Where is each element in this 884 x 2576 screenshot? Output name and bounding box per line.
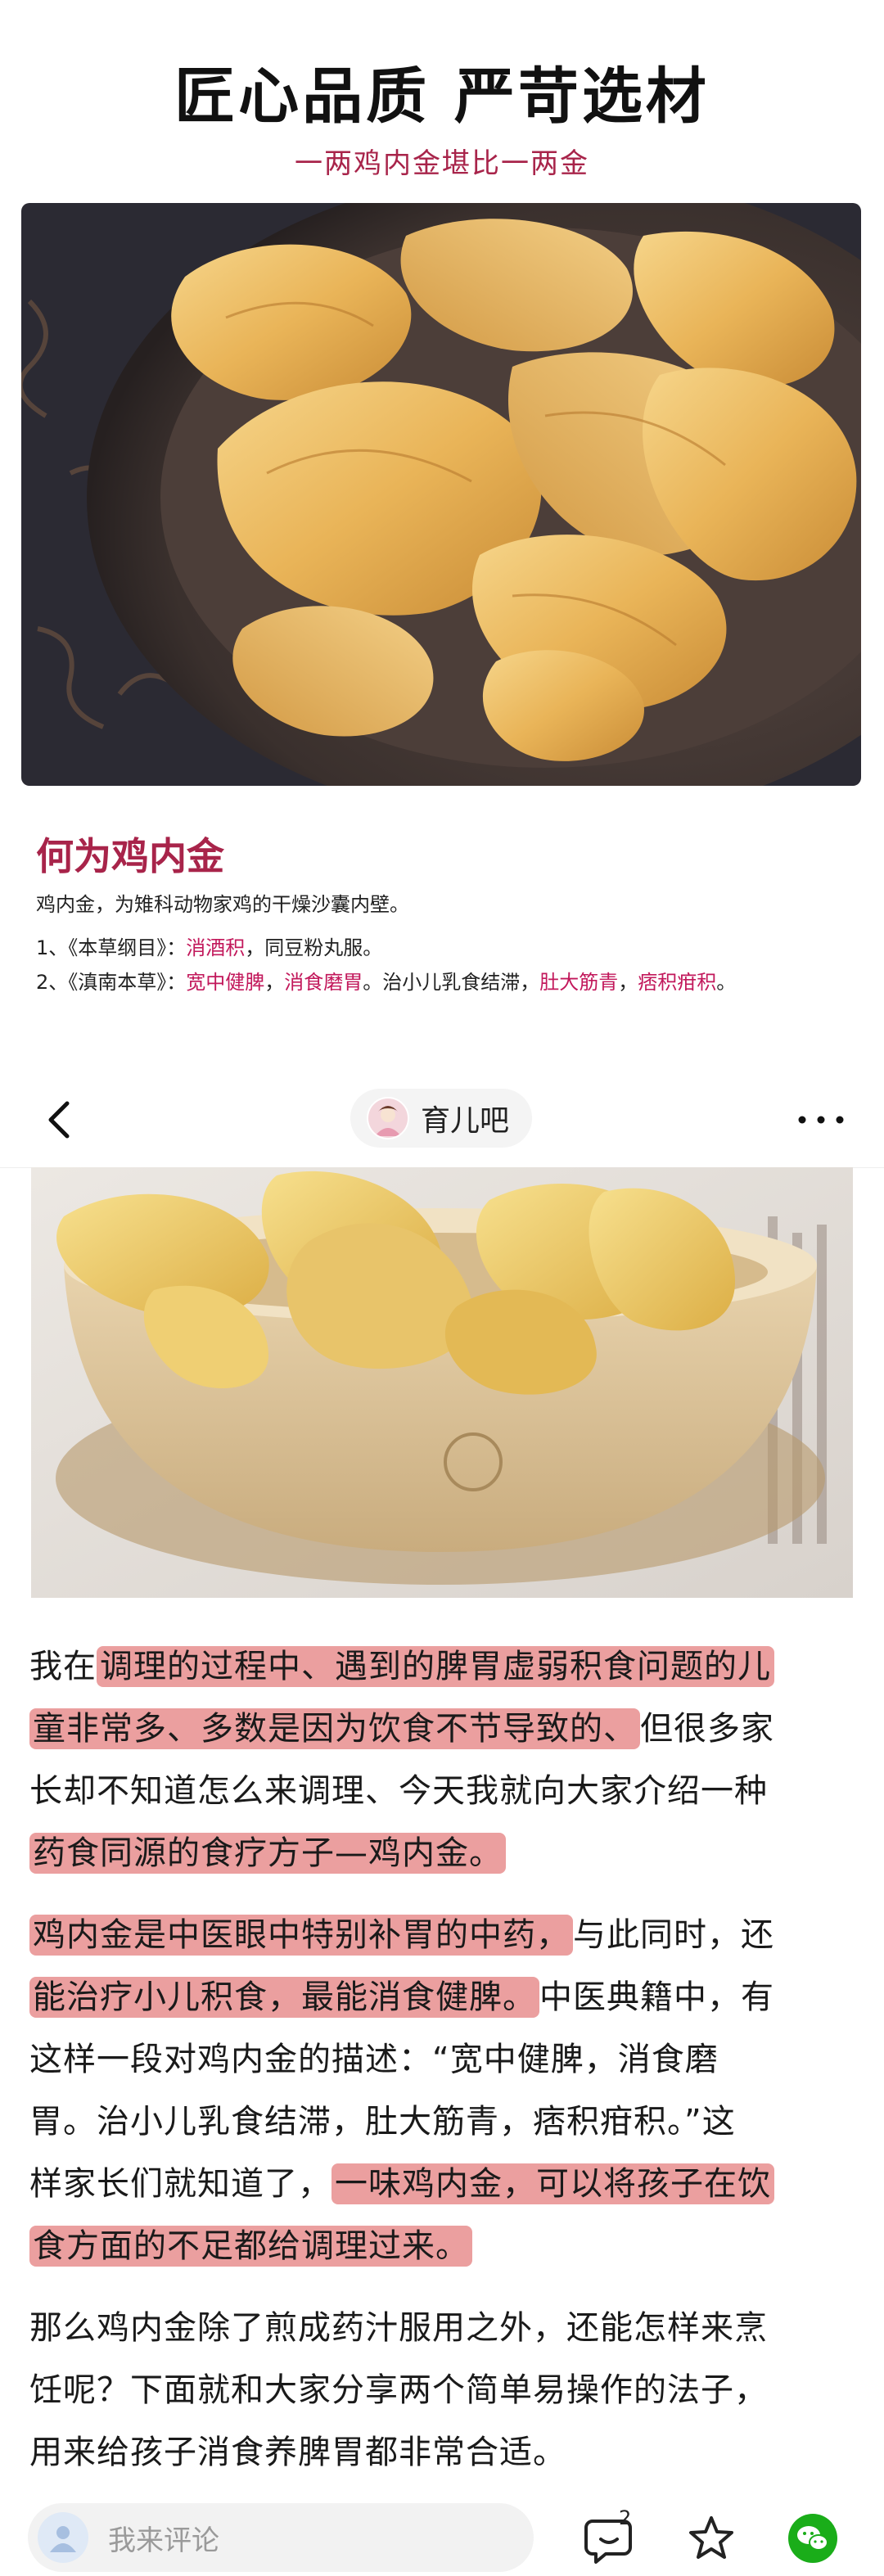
- chevron-left-icon: [48, 1101, 70, 1139]
- info-item-2: 2、《滇南本草》：宽中健脾，消食磨胃。治小儿乳食结滞，肚大筋青，痞积疳积。: [36, 966, 736, 995]
- p2-line2-highlight: 能治疗小儿积食，最能消食健脾。: [29, 1977, 539, 2018]
- more-options-button[interactable]: [792, 1095, 850, 1144]
- info-item-2-sep2: ，: [618, 971, 638, 994]
- p1-line4-highlight: 药食同源的食疗方子—鸡内金。: [29, 1833, 506, 1874]
- p2-line5-a: 样家长们就知道了，: [29, 2165, 332, 2203]
- comment-count-badge: 2: [619, 2506, 632, 2529]
- favorite-button[interactable]: [683, 2510, 740, 2567]
- info-item-2-hl3: 肚大筋青: [539, 971, 619, 994]
- wechat-icon: [788, 2514, 837, 2563]
- info-item-1-highlight: 消酒积: [186, 936, 246, 959]
- info-item-1: 1、《本草纲目》：消酒积，同豆粉丸服。: [36, 932, 382, 960]
- share-wechat-button[interactable]: [784, 2510, 841, 2567]
- p2-line1-highlight: 鸡内金是中医眼中特别补胃的中药，: [29, 1915, 573, 1956]
- p2-line1-b: 与此同时，还: [573, 1916, 774, 1954]
- hero-photo-dried-chicken-gizzard: [21, 203, 861, 786]
- p3-line1: 那么鸡内金除了煎成药汁服用之外，还能怎样来烹: [29, 2309, 768, 2347]
- info-item-2-hl1: 宽中健脾: [186, 971, 265, 994]
- p2-line4: 胃。治小儿乳食结滞，肚大筋青，痞积疳积。”这: [29, 2103, 736, 2141]
- article-paragraph-1: 我在 调理的过程中、遇到的脾胃虚弱积食问题的儿 童非常多、多数是因为饮食不节导致的…: [29, 1635, 856, 1884]
- p1-line1-highlight: 调理的过程中、遇到的脾胃虚弱积食问题的儿: [97, 1646, 774, 1687]
- p2-line3: 这样一段对鸡内金的描述：“宽中健脾，消食磨: [29, 2041, 719, 2078]
- p3-line3: 用来给孩子消食养脾胃都非常合适。: [29, 2434, 566, 2471]
- info-item-2-hl4: 痞积疳积: [638, 971, 717, 994]
- info-heading: 何为鸡内金: [36, 834, 224, 878]
- p1-line1-a: 我在: [29, 1648, 97, 1685]
- user-avatar: [38, 2512, 88, 2563]
- p2-line5-highlight: 一味鸡内金，可以将孩子在饮: [332, 2163, 774, 2204]
- article-paragraph-3: 那么鸡内金除了煎成药汁服用之外，还能怎样来烹 饪呢？下面就和大家分享两个简单易操…: [29, 2297, 856, 2484]
- p2-line2-b: 中医典籍中，有: [539, 1978, 774, 2016]
- info-item-2-sep1: ，: [264, 971, 285, 994]
- top-navbar: 育儿吧: [0, 1072, 884, 1168]
- p2-line6-highlight: 食方面的不足都给调理过来。: [29, 2226, 472, 2267]
- photo-gizzard-in-bamboo-bowl: [31, 1167, 853, 1598]
- info-item-2-hl2: 消食磨胃: [284, 971, 363, 994]
- p1-line3: 长却不知道怎么来调理、今天我就向大家介绍一种: [29, 1772, 768, 1810]
- more-horizontal-icon: [798, 1116, 844, 1124]
- info-description: 鸡内金，为雉科动物家鸡的干燥沙囊内壁。: [36, 893, 409, 916]
- community-name: 育儿吧: [421, 1104, 510, 1138]
- info-item-1-prefix: 1、《本草纲目》：: [36, 936, 187, 959]
- comments-button[interactable]: 2: [583, 2506, 640, 2567]
- p3-line2: 饪呢？下面就和大家分享两个简单易操作的法子，: [29, 2371, 768, 2409]
- info-item-2-mid: 。治小儿乳食结滞，: [363, 971, 540, 994]
- article-paragraph-2: 鸡内金是中医眼中特别补胃的中药， 与此同时，还 能治疗小儿积食，最能消食健脾。 中医…: [29, 1904, 856, 2277]
- poster-subtitle: 一两鸡内金堪比一两金: [295, 147, 589, 180]
- info-item-2-prefix: 2、《滇南本草》：: [36, 971, 187, 994]
- comment-bubble-icon: [584, 2520, 632, 2564]
- p1-line2-highlight: 童非常多、多数是因为饮食不节导致的、: [29, 1708, 640, 1749]
- info-item-1-suffix: ，同豆粉丸服。: [245, 936, 383, 959]
- bottom-comment-bar: 我来评论 2: [0, 2498, 884, 2576]
- community-chip[interactable]: 育儿吧: [350, 1089, 532, 1148]
- info-item-2-end: 。: [716, 971, 737, 994]
- back-button[interactable]: [39, 1097, 80, 1143]
- star-icon: [689, 2516, 733, 2559]
- comment-placeholder: 我来评论: [108, 2524, 219, 2557]
- user-avatar-icon: [50, 2526, 76, 2552]
- poster-title: 匠心品质 严苛选材: [174, 61, 710, 132]
- community-avatar: [367, 1097, 409, 1139]
- p1-line2-b: 但很多家: [640, 1710, 774, 1748]
- comment-input[interactable]: 我来评论: [28, 2503, 534, 2572]
